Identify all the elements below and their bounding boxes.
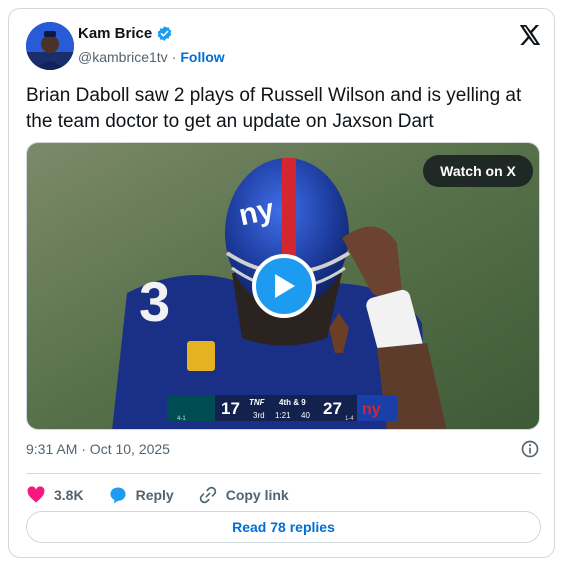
scorebug-clock: 1:21: [275, 411, 291, 420]
tweet-embed-card: Kam Brice @kambrice1tv · Follow Brian Da…: [8, 8, 555, 558]
author-name[interactable]: Kam Brice: [78, 25, 152, 42]
author-handle-row: @kambrice1tv · Follow: [78, 49, 225, 65]
link-icon: [199, 486, 216, 504]
avatar[interactable]: [26, 22, 74, 70]
scorebug-home-record: 4-1: [177, 416, 186, 422]
author-handle[interactable]: @kambrice1tv: [78, 49, 168, 65]
author-name-row: Kam Brice: [78, 25, 173, 42]
play-icon: [275, 274, 295, 298]
scorebug-home-score: 17: [221, 399, 240, 418]
scorebug-away-record: 1-4: [345, 416, 354, 422]
info-icon[interactable]: [520, 439, 540, 459]
reply-bubble-icon: [110, 487, 126, 504]
scorebug-quarter: 3rd: [253, 411, 265, 420]
verified-badge-icon: [157, 26, 172, 41]
handle-separator: ·: [171, 49, 177, 65]
copy-link-button[interactable]: Copy link: [198, 485, 289, 505]
watch-on-x-button[interactable]: Watch on X: [423, 155, 533, 187]
reply-button[interactable]: Reply: [108, 485, 174, 505]
action-bar: 3.8K Reply Copy link: [26, 480, 313, 510]
scorebug-play-clock: 40: [301, 411, 310, 420]
like-button[interactable]: 3.8K: [26, 485, 84, 505]
divider: [26, 473, 541, 474]
x-logo-icon[interactable]: [517, 23, 541, 47]
copy-link-label: Copy link: [225, 487, 289, 503]
follow-button[interactable]: Follow: [180, 49, 224, 65]
scorebug-network: TNF: [249, 398, 266, 407]
jersey-number: 3: [139, 270, 170, 333]
like-count: 3.8K: [54, 487, 84, 503]
heart-icon: [27, 486, 45, 503]
scorebug-down-distance: 4th & 9: [279, 398, 306, 407]
scorebug-away-logo: ny: [362, 401, 381, 418]
play-button[interactable]: [252, 254, 316, 318]
tweet-timestamp[interactable]: 9:31 AM · Oct 10, 2025: [26, 441, 170, 457]
reply-label: Reply: [135, 487, 174, 503]
tweet-text: Brian Daboll saw 2 plays of Russell Wils…: [26, 85, 522, 132]
video-media[interactable]: 3 ny 17 4-1 TNF 4th & 9 3rd 1:21 40 27 1…: [26, 142, 540, 430]
read-replies-button[interactable]: Read 78 replies: [26, 511, 541, 543]
scorebug-away-score: 27: [323, 399, 342, 418]
